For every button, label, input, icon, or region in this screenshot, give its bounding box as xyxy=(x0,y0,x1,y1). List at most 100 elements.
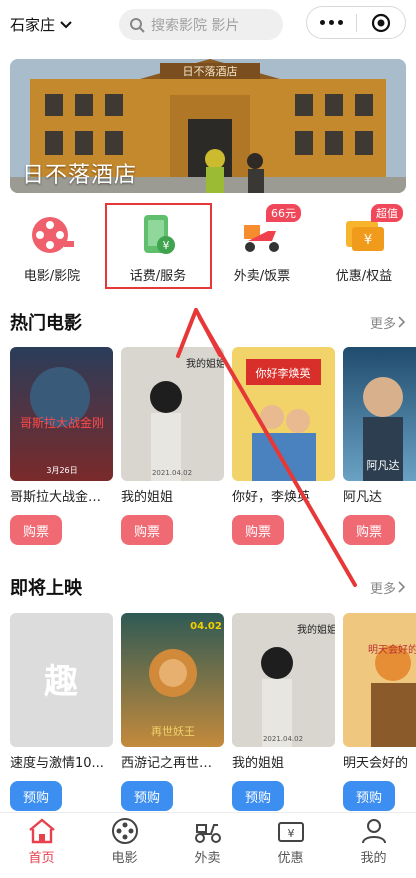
movie-title: 你好，李焕英 xyxy=(232,490,311,505)
tab-takeout[interactable]: 外卖 xyxy=(166,817,249,875)
hotel-sign-text: 日不落酒店 xyxy=(183,64,238,78)
hot-movies-header: 热门电影 更多 xyxy=(10,310,406,334)
tab-label: 优惠 xyxy=(277,851,304,866)
upcoming-movies-row: 趣 速度与激情10... 预购 04.02 再世妖王 西游记之再世妖... 预购 xyxy=(10,613,416,823)
buy-ticket-button[interactable]: 购票 xyxy=(10,515,62,545)
movie-poster[interactable]: 哥斯拉大战金刚 3月26日 xyxy=(10,347,113,481)
upcoming-movies-header: 即将上映 更多 xyxy=(10,575,406,599)
presale-button[interactable]: 预购 xyxy=(121,781,173,811)
category-coupons[interactable]: ¥ 超值 优惠/权益 xyxy=(314,200,414,295)
movie-card[interactable]: 你好李焕英 你好，李焕英 购票 xyxy=(232,347,335,557)
movie-title: 速度与激情10... xyxy=(10,756,104,771)
city-selector[interactable]: 石家庄 xyxy=(10,14,73,35)
more-link[interactable]: 更多 xyxy=(370,313,406,332)
tab-label: 我的 xyxy=(360,851,387,866)
tab-home[interactable]: 首页 xyxy=(0,817,83,875)
svg-text:¥: ¥ xyxy=(364,233,372,248)
chevron-right-icon xyxy=(398,581,406,593)
section-title: 即将上映 xyxy=(10,578,82,599)
coupon-icon: ¥ 超值 xyxy=(339,204,403,260)
movie-title: 哥斯拉大战金刚... xyxy=(10,490,113,505)
film-reel-icon xyxy=(27,210,77,260)
banner-title: 日不落酒店 xyxy=(22,163,138,188)
category-label: 优惠/权益 xyxy=(335,269,393,284)
movie-title: 明天会好的 xyxy=(343,756,409,771)
search-placeholder: 搜索影院 影片 xyxy=(151,17,240,34)
presale-button[interactable]: 预购 xyxy=(10,781,62,811)
buy-ticket-button[interactable]: 购票 xyxy=(343,515,395,545)
category-badge: 超值 xyxy=(371,204,403,222)
tab-label: 外卖 xyxy=(194,851,221,866)
tab-profile[interactable]: 我的 xyxy=(332,817,415,875)
movie-title: 西游记之再世妖... xyxy=(121,756,224,771)
movie-poster[interactable]: 你好李焕英 xyxy=(232,347,335,481)
svg-text:你好李焕英: 你好李焕英 xyxy=(256,366,311,380)
search-input[interactable]: 搜索影院 影片 xyxy=(119,9,283,40)
bottom-tab-bar: 首页 电影 外卖 ¥ 优惠 我的 xyxy=(0,812,416,878)
movie-card[interactable]: 哥斯拉大战金刚 3月26日 哥斯拉大战金刚... 购票 xyxy=(10,347,113,557)
svg-text:¥: ¥ xyxy=(287,827,294,840)
movie-poster[interactable]: 明天会好的 xyxy=(343,613,416,747)
svg-text:2021.04.02: 2021.04.02 xyxy=(152,469,192,477)
movie-title: 我的姐姐 xyxy=(121,490,174,505)
svg-text:我的姐姐: 我的姐姐 xyxy=(297,623,335,636)
movie-card[interactable]: 我的姐姐 2021.04.02 我的姐姐 购票 xyxy=(121,347,224,557)
presale-button[interactable]: 预购 xyxy=(232,781,284,811)
movie-title: 我的姐姐 xyxy=(232,756,285,771)
svg-text:04.02: 04.02 xyxy=(190,621,222,632)
svg-text:明天会好的: 明天会好的 xyxy=(368,643,416,656)
tab-label: 首页 xyxy=(28,851,55,866)
home-icon xyxy=(28,818,55,844)
miniprogram-capsule xyxy=(306,6,406,39)
svg-text:阿凡达: 阿凡达 xyxy=(367,459,400,472)
movie-poster[interactable]: 我的姐姐 2021.04.02 xyxy=(121,347,224,481)
movie-card[interactable]: 趣 速度与激情10... 预购 xyxy=(10,613,113,823)
search-icon xyxy=(130,17,145,33)
svg-text:3月26日: 3月26日 xyxy=(46,466,77,475)
close-target-icon[interactable] xyxy=(357,13,405,33)
chevron-down-icon xyxy=(60,20,72,28)
ticket-icon: ¥ xyxy=(277,822,304,842)
hot-movies-row: 哥斯拉大战金刚 3月26日 哥斯拉大战金刚... 购票 我的姐姐 2021.04… xyxy=(10,347,416,557)
category-movie[interactable]: 电影/影院 xyxy=(2,200,102,295)
movie-app-home: 石家庄 搜索影院 影片 日不落酒店 日不落酒店 电影/影院 ¥ 话费/服务 66… xyxy=(0,0,416,878)
tab-movies[interactable]: 电影 xyxy=(83,817,166,875)
more-dots-icon[interactable] xyxy=(307,20,356,25)
category-label: 外卖/饭票 xyxy=(233,269,291,284)
svg-text:我的姐姐: 我的姐姐 xyxy=(186,357,224,370)
svg-text:2021.04.02: 2021.04.02 xyxy=(263,735,303,743)
svg-text:趣: 趣 xyxy=(44,662,78,702)
more-label: 更多 xyxy=(369,581,396,597)
scooter-icon xyxy=(194,824,221,843)
movie-card[interactable]: 明天会好的 明天会好的 预购 xyxy=(343,613,416,823)
movie-poster[interactable]: 04.02 再世妖王 xyxy=(121,613,224,747)
more-label: 更多 xyxy=(369,316,396,332)
presale-button[interactable]: 预购 xyxy=(343,781,395,811)
chevron-right-icon xyxy=(398,316,406,328)
buy-ticket-button[interactable]: 购票 xyxy=(121,515,173,545)
buy-ticket-button[interactable]: 购票 xyxy=(232,515,284,545)
category-takeout[interactable]: 66元 外卖/饭票 xyxy=(212,200,312,295)
movie-poster[interactable]: 阿凡达 xyxy=(343,347,416,481)
svg-text:哥斯拉大战金刚: 哥斯拉大战金刚 xyxy=(20,415,104,430)
film-icon xyxy=(111,818,138,844)
category-label: 电影/影院 xyxy=(23,269,81,284)
more-link[interactable]: 更多 xyxy=(370,578,406,597)
movie-poster[interactable]: 我的姐姐 2021.04.02 xyxy=(232,613,335,747)
city-label: 石家庄 xyxy=(10,16,56,34)
section-title: 热门电影 xyxy=(10,313,82,334)
tab-deals[interactable]: ¥ 优惠 xyxy=(249,817,332,875)
category-badge: 66元 xyxy=(266,204,301,222)
annotation-highlight-box xyxy=(105,203,212,289)
movie-poster[interactable]: 趣 xyxy=(10,613,113,747)
movie-card[interactable]: 我的姐姐 2021.04.02 我的姐姐 预购 xyxy=(232,613,335,823)
user-icon xyxy=(361,819,386,844)
top-bar: 石家庄 搜索影院 影片 xyxy=(0,0,416,50)
svg-text:再世妖王: 再世妖王 xyxy=(151,724,195,738)
promo-banner[interactable]: 日不落酒店 日不落酒店 xyxy=(10,59,406,193)
movie-card[interactable]: 04.02 再世妖王 西游记之再世妖... 预购 xyxy=(121,613,224,823)
movie-card[interactable]: 阿凡达 阿凡达 购票 xyxy=(343,347,416,557)
scooter-icon: 66元 xyxy=(237,204,301,260)
movie-title: 阿凡达 xyxy=(343,490,383,505)
tab-label: 电影 xyxy=(111,851,138,866)
